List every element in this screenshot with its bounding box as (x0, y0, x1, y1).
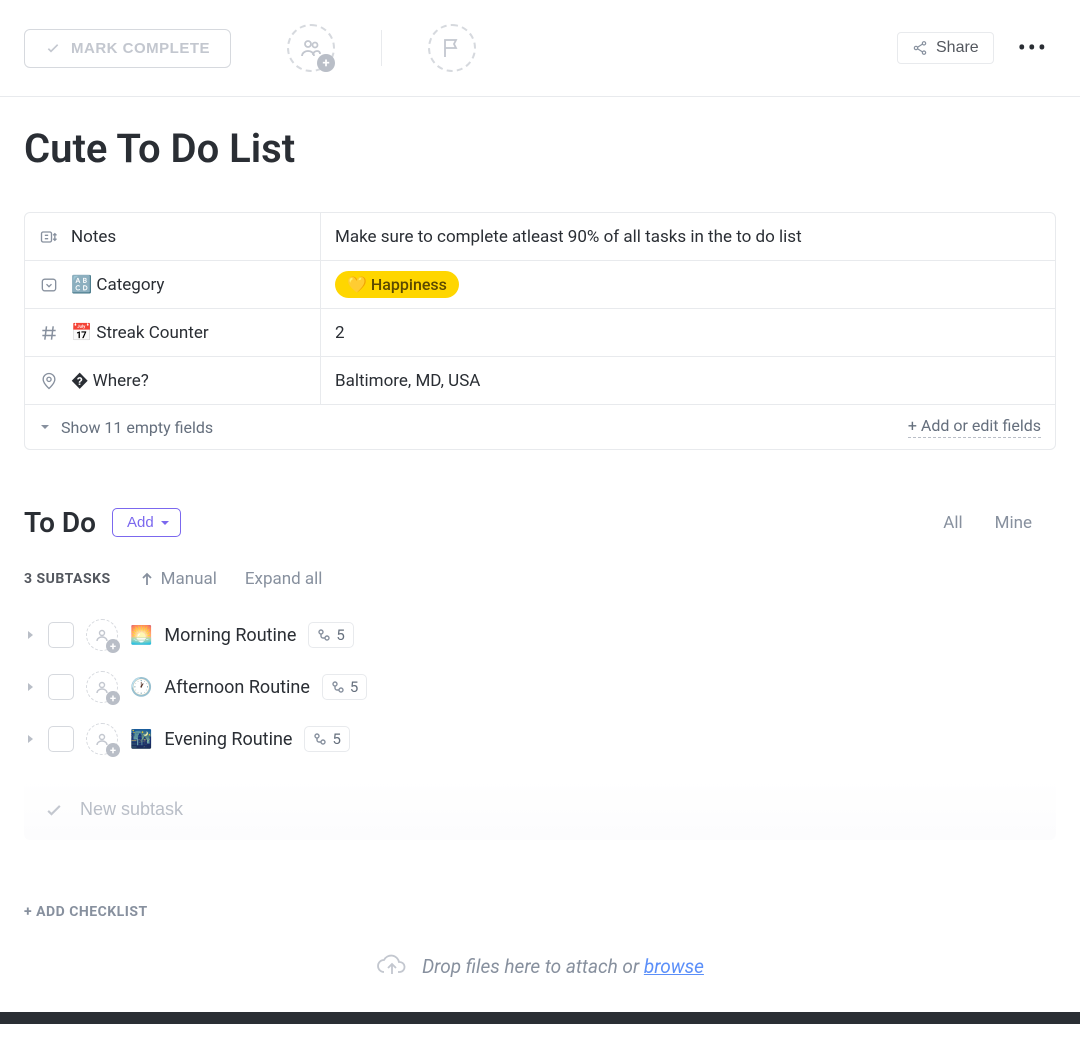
text-field-icon (39, 227, 59, 247)
subtask-checkbox[interactable] (48, 674, 74, 700)
new-subtask-input[interactable] (80, 799, 1036, 820)
subtask-name[interactable]: Afternoon Routine (164, 677, 309, 698)
expand-caret-icon[interactable] (24, 733, 36, 745)
attachment-dropzone[interactable]: Drop files here to attach or browse (0, 920, 1080, 1012)
subtask-icon (317, 628, 331, 642)
location-field-icon (39, 371, 59, 391)
add-assignee-mini-badge: + (106, 639, 120, 653)
browse-link[interactable]: browse (644, 955, 704, 978)
field-label-where: � Where? (25, 357, 321, 404)
field-value-notes[interactable]: Make sure to complete atleast 90% of all… (321, 213, 1055, 260)
share-icon (912, 40, 928, 56)
subtask-row: + 🌅 Morning Routine 5 (24, 609, 1056, 661)
subtask-checkbox[interactable] (48, 726, 74, 752)
dropzone-text: Drop files here to attach or browse (422, 955, 704, 978)
caret-down-icon (39, 421, 51, 433)
category-tag: 💛 Happiness (335, 271, 459, 298)
manual-sort-button[interactable]: Manual (139, 569, 217, 589)
caret-down-icon (160, 518, 170, 528)
field-value-where[interactable]: Baltimore, MD, USA (321, 357, 1055, 404)
add-assignee-mini-badge: + (106, 743, 120, 757)
field-label-streak: 📅 Streak Counter (25, 309, 321, 356)
filter-mine-tab[interactable]: Mine (987, 509, 1040, 537)
share-label: Share (936, 39, 979, 57)
custom-fields-table: Notes Make sure to complete atleast 90% … (24, 212, 1056, 450)
field-row-where: � Where? Baltimore, MD, USA (25, 357, 1055, 405)
share-button[interactable]: Share (897, 32, 994, 64)
subtask-emoji: 🌅 (130, 625, 152, 646)
field-label-notes: Notes (25, 213, 321, 260)
subtask-meta-row: 3 SUBTASKS Manual Expand all (0, 545, 1080, 609)
subtask-name[interactable]: Morning Routine (164, 625, 296, 646)
field-value-streak[interactable]: 2 (321, 309, 1055, 356)
number-field-icon (39, 323, 59, 343)
priority-flag-button[interactable] (428, 24, 476, 72)
subtask-children-count[interactable]: 5 (308, 622, 353, 648)
subtask-row: + 🕐 Afternoon Routine 5 (24, 661, 1056, 713)
check-icon (44, 800, 64, 820)
subtask-checkbox[interactable] (48, 622, 74, 648)
subtask-assignee-button[interactable]: + (86, 671, 118, 703)
field-value-category[interactable]: 💛 Happiness (321, 261, 1055, 308)
subtask-assignee-button[interactable]: + (86, 723, 118, 755)
ellipsis-icon: ••• (1018, 34, 1048, 62)
todo-section-title: To Do (24, 506, 96, 539)
mark-complete-button[interactable]: MARK COMPLETE (24, 29, 231, 68)
add-subtask-button[interactable]: Add (112, 508, 181, 537)
field-label-category: 🔠 Category (25, 261, 321, 308)
field-row-streak: 📅 Streak Counter 2 (25, 309, 1055, 357)
add-assignee-badge: + (317, 54, 335, 72)
subtask-assignee-button[interactable]: + (86, 619, 118, 651)
expand-caret-icon[interactable] (24, 629, 36, 641)
subtask-children-count[interactable]: 5 (304, 726, 349, 752)
cloud-upload-icon (376, 950, 408, 982)
add-assignee-mini-badge: + (106, 691, 120, 705)
check-icon (45, 40, 61, 56)
subtask-icon (331, 680, 345, 694)
more-menu-button[interactable]: ••• (1010, 26, 1056, 70)
add-checklist-button[interactable]: + ADD CHECKLIST (0, 840, 1080, 920)
subtask-children-count[interactable]: 5 (322, 674, 367, 700)
arrow-up-icon (139, 571, 155, 587)
toolbar-divider (381, 30, 382, 66)
subtask-count-label: 3 SUBTASKS (24, 571, 111, 587)
filter-all-tab[interactable]: All (935, 509, 970, 537)
bottom-bar (0, 1012, 1080, 1024)
todo-header: To Do Add All Mine (0, 450, 1080, 545)
dropdown-field-icon (39, 275, 59, 295)
fields-footer: Show 11 empty fields + Add or edit field… (25, 405, 1055, 449)
field-row-category: 🔠 Category 💛 Happiness (25, 261, 1055, 309)
expand-caret-icon[interactable] (24, 681, 36, 693)
show-empty-fields-button[interactable]: Show 11 empty fields (39, 418, 213, 437)
field-row-notes: Notes Make sure to complete atleast 90% … (25, 213, 1055, 261)
new-subtask-row[interactable] (24, 779, 1056, 840)
add-edit-fields-button[interactable]: + Add or edit fields (908, 416, 1041, 438)
assignees-button[interactable]: + (287, 24, 335, 72)
subtask-row: + 🌃 Evening Routine 5 (24, 713, 1056, 765)
subtask-emoji: 🌃 (130, 729, 152, 750)
mark-complete-label: MARK COMPLETE (71, 40, 210, 57)
expand-all-button[interactable]: Expand all (245, 569, 323, 589)
subtask-icon (313, 732, 327, 746)
subtask-emoji: 🕐 (130, 677, 152, 698)
task-title[interactable]: Cute To Do List (0, 97, 1080, 192)
subtask-name[interactable]: Evening Routine (164, 729, 292, 750)
flag-icon (440, 36, 464, 60)
subtask-list: + 🌅 Morning Routine 5 + 🕐 Afternoon Rout… (0, 609, 1080, 840)
